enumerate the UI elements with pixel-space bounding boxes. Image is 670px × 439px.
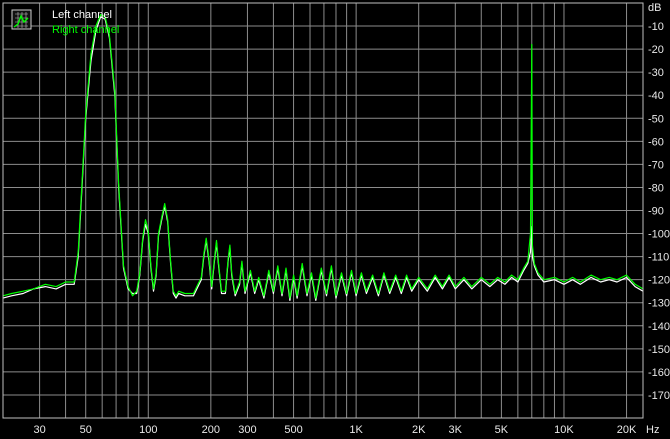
x-tick-label: 1K — [349, 424, 363, 436]
y-tick-label: -170 — [648, 390, 670, 402]
x-tick-label: 50 — [80, 424, 92, 436]
spectrum-chart: -10 -20 -30 -40 -50 -60 -70 -80 -90 -100 -110 -120 -… — [0, 0, 670, 439]
y-tick-label: -30 — [648, 67, 664, 79]
x-tick-label: 2K — [412, 424, 426, 436]
y-tick-label: -140 — [648, 321, 670, 333]
x-tick-label: 200 — [202, 424, 220, 436]
y-tick-label: -130 — [648, 298, 670, 310]
x-tick-label: 20K — [617, 424, 637, 436]
y-tick-label: -70 — [648, 159, 664, 171]
y-tick-label: -80 — [648, 182, 664, 194]
x-tick-label: 3K — [449, 424, 463, 436]
y-unit-label: dB — [648, 2, 661, 14]
y-tick-label: -40 — [648, 90, 664, 102]
x-tick-label: 300 — [238, 424, 256, 436]
plot-background — [0, 0, 670, 439]
y-tick-label: -10 — [648, 21, 664, 33]
x-tick-label: 10K — [554, 424, 574, 436]
y-tick-label: -20 — [648, 44, 664, 56]
y-tick-label: -50 — [648, 113, 664, 125]
x-tick-label: 30 — [33, 424, 45, 436]
y-tick-label: -150 — [648, 344, 670, 356]
x-tick-label: 500 — [284, 424, 302, 436]
legend-entry-left-channel: Left channel — [52, 9, 112, 21]
y-tick-label: -120 — [648, 275, 670, 287]
x-tick-label: 5K — [495, 424, 509, 436]
y-tick-label: -100 — [648, 229, 670, 241]
y-tick-label: -90 — [648, 206, 664, 218]
x-tick-label: 100 — [139, 424, 157, 436]
y-tick-label: -60 — [648, 136, 664, 148]
y-tick-label: -160 — [648, 367, 670, 379]
y-tick-label: -110 — [648, 252, 669, 264]
legend-entry-right-channel: Right channel — [52, 24, 119, 36]
x-unit-label: Hz — [646, 424, 659, 436]
